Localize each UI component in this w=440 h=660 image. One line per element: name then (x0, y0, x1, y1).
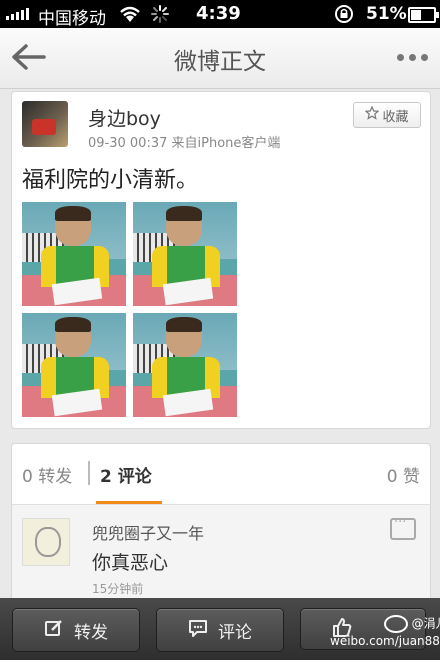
post-meta: 09-30 00:37 来自iPhone客户端 (88, 136, 281, 151)
tab-likes[interactable]: 0 赞 (387, 462, 420, 487)
page-title: 微博正文 (174, 49, 266, 75)
post-photo[interactable] (133, 313, 237, 417)
rotation-lock-icon (333, 4, 355, 29)
post-author-name[interactable]: 身边boy (88, 104, 161, 131)
weibo-logo-icon (383, 615, 408, 633)
clock: 4:39 (196, 3, 241, 24)
tab-comments[interactable]: 2 评论 (100, 462, 152, 487)
favorite-button[interactable]: 收藏 (353, 102, 421, 128)
comments-card: 0 转发 2 评论 0 赞 兜兜圈子又一年 你真恶心 15分钟前 (11, 443, 431, 615)
watermark-handle: @涓儿 (411, 616, 440, 631)
post-card: 身边boy 09-30 00:37 来自iPhone客户端 收藏 福利院的小清新… (11, 91, 431, 429)
tab-divider (88, 461, 90, 485)
tab-reposts[interactable]: 0 转发 (22, 462, 72, 487)
comment-time: 15分钟前 (92, 582, 144, 596)
repost-button[interactable]: 转发 (12, 608, 140, 652)
battery-percent: 51% (366, 4, 407, 24)
status-bar: 中国移动 4:39 51% (0, 0, 440, 29)
comment-button[interactable]: 评论 (156, 608, 284, 652)
post-text: 福利院的小清新。 (22, 168, 199, 193)
edit-icon (44, 618, 64, 643)
carrier-label: 中国移动 (38, 9, 106, 29)
post-photo[interactable] (22, 313, 126, 417)
post-photo[interactable] (22, 202, 126, 306)
wifi-icon (118, 5, 142, 28)
comment-icon (188, 618, 208, 643)
signal-icon (6, 8, 29, 20)
comment-author-name[interactable]: 兜兜圈子又一年 (92, 520, 204, 544)
activity-spinner-icon (150, 4, 170, 29)
repost-label: 转发 (74, 622, 108, 643)
avatar[interactable] (22, 101, 68, 147)
post-photo[interactable] (133, 202, 237, 306)
more-dots-icon[interactable] (397, 54, 428, 61)
comment-avatar[interactable] (22, 518, 70, 566)
watermark: @涓儿 weibo.com/juan888 (330, 615, 440, 649)
watermark-url: weibo.com/juan888 (330, 634, 440, 648)
star-icon (364, 105, 380, 124)
favorite-label: 收藏 (382, 109, 409, 125)
nav-bar: 微博正文 (0, 28, 440, 89)
comment-text: 你真恶心 (92, 552, 169, 574)
comment-label: 评论 (218, 622, 252, 643)
reply-comment-icon[interactable] (390, 515, 416, 540)
battery-icon (408, 7, 439, 23)
